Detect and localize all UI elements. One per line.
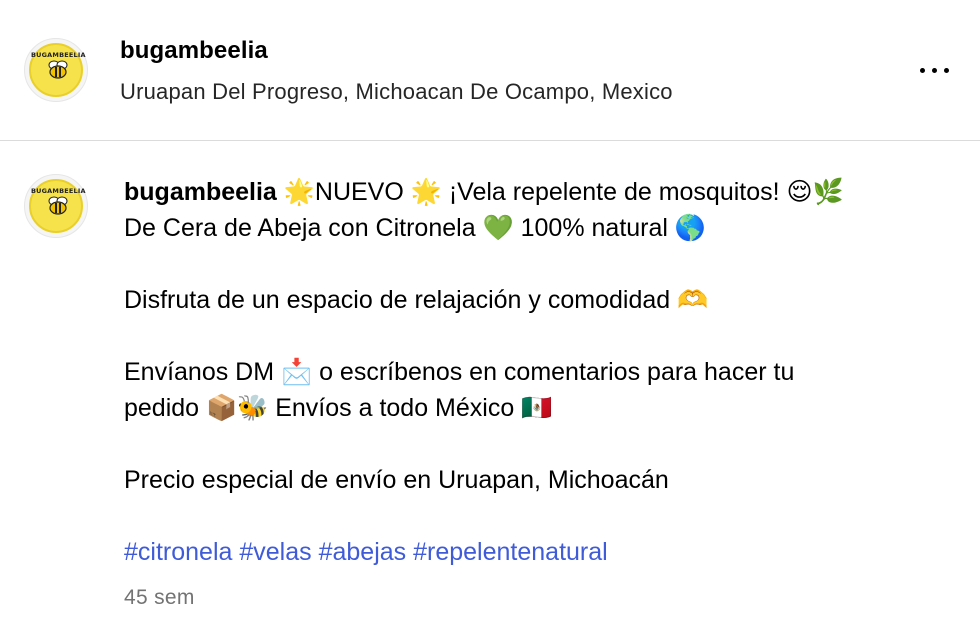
post-timestamp[interactable]: 45 sem — [124, 586, 195, 610]
caption-author-username[interactable]: bugambeelia — [124, 178, 277, 206]
more-options-icon[interactable] — [914, 58, 954, 82]
caption-paragraph: Precio especial de envío en Uruapan, Mic… — [124, 462, 944, 498]
caption-paragraph: bugambeelia 🌟NUEVO 🌟 ¡Vela repelente de … — [124, 174, 944, 246]
dot — [920, 68, 925, 73]
caption-line: Envíanos DM 📩 o escríbenos en comentario… — [124, 358, 795, 386]
hashtag-list: #citronela #velas #abejas #repelentenatu… — [124, 534, 608, 570]
hashtag-link[interactable]: #citronela — [124, 538, 232, 566]
caption-paragraph: Disfruta de un espacio de relajación y c… — [124, 282, 944, 318]
caption-text: 🌟NUEVO 🌟 ¡Vela repelente de mosquitos! 😌… — [276, 178, 844, 206]
avatar-logo-text: BUGAMBEELIA — [31, 187, 86, 195]
caption-line: pedido 📦🐝 Envíos a todo México 🇲🇽 — [124, 394, 553, 422]
dot — [932, 68, 937, 73]
bee-icon — [48, 196, 68, 215]
caption-line: bugambeelia 🌟NUEVO 🌟 ¡Vela repelente de … — [124, 174, 944, 210]
avatar[interactable]: BUGAMBEELIA — [24, 38, 88, 102]
caption-line: De Cera de Abeja con Citronela 💚 100% na… — [124, 214, 707, 242]
avatar-logo-text: BUGAMBEELIA — [31, 51, 86, 59]
location-link[interactable]: Uruapan Del Progreso, Michoacan De Ocamp… — [120, 79, 673, 105]
dot — [944, 68, 949, 73]
hashtag-link[interactable]: #repelentenatural — [413, 538, 608, 566]
post-header: BUGAMBEELIA bugambeelia Uruapan Del Prog… — [0, 0, 980, 141]
post-caption: bugambeelia 🌟NUEVO 🌟 ¡Vela repelente de … — [124, 174, 944, 534]
bee-logo-icon: BUGAMBEELIA — [29, 179, 86, 233]
caption-line: Disfruta de un espacio de relajación y c… — [124, 286, 709, 314]
hashtag-link[interactable]: #abejas — [319, 538, 407, 566]
avatar[interactable]: BUGAMBEELIA — [24, 174, 88, 238]
caption-paragraph: Envíanos DM 📩 o escríbenos en comentario… — [124, 354, 944, 426]
bee-logo-icon: BUGAMBEELIA — [29, 43, 86, 97]
hashtag-link[interactable]: #velas — [239, 538, 311, 566]
bee-icon — [48, 60, 68, 79]
header-username[interactable]: bugambeelia — [120, 37, 268, 65]
caption-line: Precio especial de envío en Uruapan, Mic… — [124, 466, 669, 494]
